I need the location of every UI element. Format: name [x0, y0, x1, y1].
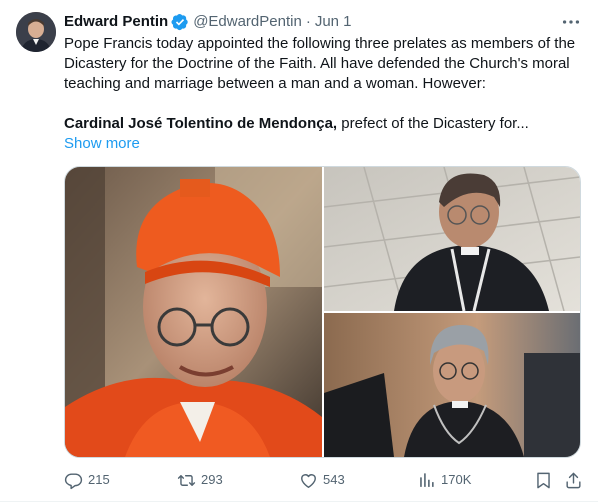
reply-icon [64, 472, 83, 489]
paragraph-2-rest: prefect of the Dicastery for... [337, 115, 529, 132]
views-icon [420, 472, 434, 487]
share-icon [566, 472, 581, 488]
cardinal-name: Cardinal José Tolentino de Mendonça, [64, 115, 338, 132]
retweet-count: 293 [201, 472, 223, 487]
bookmark-button[interactable] [534, 468, 553, 492]
verified-badge-icon [171, 13, 189, 31]
tweet-date[interactable]: Jun 1 [315, 12, 352, 32]
views-count: 170K [441, 472, 472, 487]
reply-count: 215 [88, 472, 110, 487]
bookmark-icon [537, 472, 550, 488]
reply-button[interactable]: 215 [64, 468, 110, 492]
author-handle[interactable]: @EdwardPentin [193, 12, 302, 32]
separator-dot: · [305, 13, 311, 30]
tweet-text: Pope Francis today appointed the followi… [64, 34, 584, 134]
tweet-paragraph-2: Cardinal José Tolentino de Mendonça, pre… [64, 114, 584, 134]
photo-cardinal-red[interactable] [65, 167, 322, 457]
media-grid [64, 166, 581, 458]
tweet-paragraph-1: Pope Francis today appointed the followi… [64, 35, 576, 92]
tweet-header: Edward Pentin @EdwardPentin · Jun 1 [64, 12, 352, 32]
share-button[interactable] [564, 468, 583, 492]
avatar[interactable] [16, 12, 56, 52]
photo-bishop-2[interactable] [324, 313, 580, 457]
like-button[interactable]: 543 [299, 468, 345, 492]
tweet[interactable]: Edward Pentin @EdwardPentin · Jun 1 Pope… [0, 0, 598, 502]
photo-bishop-1[interactable] [324, 167, 580, 311]
retweet-button[interactable]: 293 [177, 468, 223, 492]
like-icon [301, 473, 316, 488]
views-button[interactable]: 170K [417, 468, 471, 492]
more-icon[interactable] [560, 11, 582, 33]
retweet-icon [177, 474, 196, 486]
author-name[interactable]: Edward Pentin [64, 12, 168, 32]
like-count: 543 [323, 472, 345, 487]
show-more-link[interactable]: Show more [64, 134, 140, 154]
action-bar: 215 293 543 170K [64, 468, 584, 492]
